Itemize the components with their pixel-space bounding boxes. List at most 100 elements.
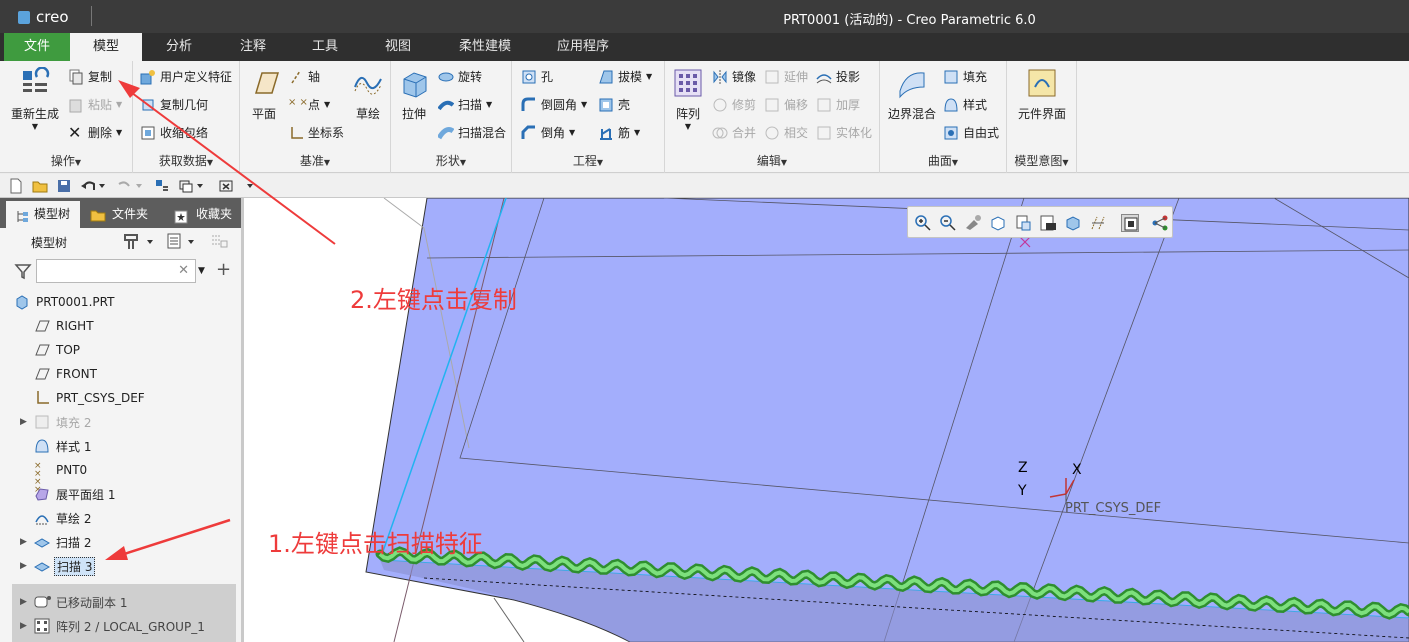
tab-model-tree[interactable]: 模型树 [6,201,80,228]
group-label-get-data[interactable]: 获取数据▼ [133,152,239,169]
group-label-surfaces[interactable]: 曲面▼ [880,152,1006,169]
point-button[interactable]: × × 点 ▼ [288,96,330,113]
datum-display-icon[interactable] [1089,214,1107,232]
close-window-icon[interactable] [218,178,234,194]
tree-row-sweep-2[interactable]: ▶ 扫描 2 [0,530,241,554]
tab-model[interactable]: 模型 [70,33,142,61]
show-columns-icon[interactable] [166,232,196,253]
extend-button[interactable]: 延伸 [764,68,808,85]
round-button[interactable]: 倒圆角 ▼ [521,96,587,113]
component-interface-button[interactable]: 元件界面 [1011,67,1073,122]
copy-button[interactable]: 复制 [68,68,112,85]
tree-row-pattern-2[interactable]: ▶ 阵列 2 / LOCAL_GROUP_1 [12,614,236,638]
tree-row-part[interactable]: PRT0001.PRT [0,290,241,314]
group-label-operations[interactable]: 操作▼ [0,152,132,169]
intersect-button[interactable]: 相交 [764,124,808,141]
group-label-datum[interactable]: 基准▼ [240,152,390,169]
tree-row-flatten-quilt[interactable]: 展平面组 1 [0,482,241,506]
new-file-icon[interactable] [8,178,24,194]
group-label-editing[interactable]: 编辑▼ [665,152,879,169]
tree-row-front[interactable]: FRONT [0,362,241,386]
shrinkwrap-button[interactable]: 收缩包络 [140,124,208,141]
solidify-button[interactable]: 实体化 [816,124,872,141]
sweep-button[interactable]: 扫描 ▼ [437,96,492,113]
tree-search-input[interactable]: ✕ [36,259,196,283]
project-button[interactable]: 投影 [816,68,860,85]
delete-button[interactable]: ✕ 删除 ▼ [68,124,122,141]
tab-analysis[interactable]: 分析 [150,33,208,61]
chamfer-button[interactable]: 倒角 ▼ [521,124,575,141]
saved-views-icon[interactable] [989,214,1007,232]
tree-filter-icon[interactable] [210,232,230,253]
hole-button[interactable]: 孔 [521,68,553,85]
regenerate-small-icon[interactable] [154,178,170,194]
paste-button[interactable]: 粘贴 ▼ [68,96,122,113]
expand-arrow-icon[interactable]: ▶ [20,537,27,547]
pattern-button[interactable]: 阵列 ▼ [669,67,707,131]
plane-button[interactable]: 平面 [246,67,282,122]
revolve-button[interactable]: 旋转 [438,68,482,85]
display-style-icon[interactable] [1064,214,1082,232]
tree-row-moved-copy[interactable]: ▶ 已移动副本 1 [12,590,236,614]
regenerate-button[interactable]: 重新生成 ▼ [6,66,64,131]
annotation-display-icon[interactable] [1151,214,1169,232]
open-folder-icon[interactable] [32,178,48,194]
tree-row-fill-2[interactable]: ▶ 填充 2 [0,410,241,434]
mirror-button[interactable]: 镜像 [712,68,756,85]
rib-button[interactable]: 筋 ▼ [598,124,640,141]
clear-search-icon[interactable]: ✕ [178,263,189,278]
tab-folder-browser[interactable]: 文件夹 [84,201,160,228]
merge-button[interactable]: 合并 [712,124,756,141]
view-manager-icon[interactable] [1014,214,1032,232]
expand-arrow-icon[interactable]: ▶ [20,597,27,607]
settings-icon[interactable] [123,232,153,253]
qat-more-icon[interactable] [242,178,258,194]
sketch-button[interactable]: 草绘 [350,67,386,122]
save-icon[interactable] [56,178,72,194]
axis-button[interactable]: 轴 [288,68,320,85]
tab-tools[interactable]: 工具 [296,33,354,61]
windows-icon[interactable] [178,178,204,194]
tree-row-style-1[interactable]: 样式 1 [0,434,241,458]
zoom-out-icon[interactable] [939,214,957,232]
tree-row-csys[interactable]: PRT_CSYS_DEF [0,386,241,410]
undo-icon[interactable] [80,178,106,194]
snapshot-icon[interactable] [1039,214,1057,232]
tree-row-top[interactable]: TOP [0,338,241,362]
graphics-viewport[interactable]: Z X Y PRT_CSYS_DEF [244,198,1409,642]
search-dropdown-icon[interactable]: ▼ [198,266,205,276]
tree-row-right[interactable]: RIGHT [0,314,241,338]
tree-row-sweep-3[interactable]: ▶ 扫描 3 [0,554,241,578]
group-label-model-intent[interactable]: 模型意图▼ [1007,152,1076,169]
tree-row-sketch-2[interactable]: 草绘 2 [0,506,241,530]
redo-icon[interactable] [117,178,143,194]
spin-center-icon[interactable] [1121,214,1139,232]
trim-button[interactable]: 修剪 [712,96,756,113]
tab-favorites[interactable]: 收藏夹 [164,201,240,228]
extrude-button[interactable]: 拉伸 [395,67,433,122]
udf-button[interactable]: 用户定义特征 [140,68,232,85]
copy-geometry-button[interactable]: 复制几何 [140,96,208,113]
style-button[interactable]: 样式 [943,96,987,113]
boundary-blend-button[interactable]: 边界混合 [884,67,940,122]
tree-row-pnt0[interactable]: × × × × PNT0 [0,458,241,495]
thicken-button[interactable]: 加厚 [816,96,860,113]
fill-button[interactable]: 填充 [943,68,987,85]
tab-annotate[interactable]: 注释 [224,33,282,61]
tab-view[interactable]: 视图 [369,33,427,61]
offset-button[interactable]: 偏移 [764,96,808,113]
tab-flexible-modeling[interactable]: 柔性建模 [446,33,524,61]
filter-icon[interactable] [14,262,32,283]
swept-blend-button[interactable]: 扫描混合 [436,124,506,141]
tab-file[interactable]: 文件 [4,33,70,61]
group-label-engineering[interactable]: 工程▼ [512,152,664,169]
group-label-shapes[interactable]: 形状▼ [391,152,511,169]
add-filter-icon[interactable]: + [216,259,231,280]
shell-button[interactable]: 壳 [598,96,630,113]
repaint-icon[interactable] [964,214,982,232]
draft-button[interactable]: 拔模 ▼ [598,68,652,85]
tab-applications[interactable]: 应用程序 [544,33,622,61]
expand-arrow-icon[interactable]: ▶ [20,417,27,427]
zoom-in-icon[interactable] [914,214,932,232]
expand-arrow-icon[interactable]: ▶ [20,621,27,631]
